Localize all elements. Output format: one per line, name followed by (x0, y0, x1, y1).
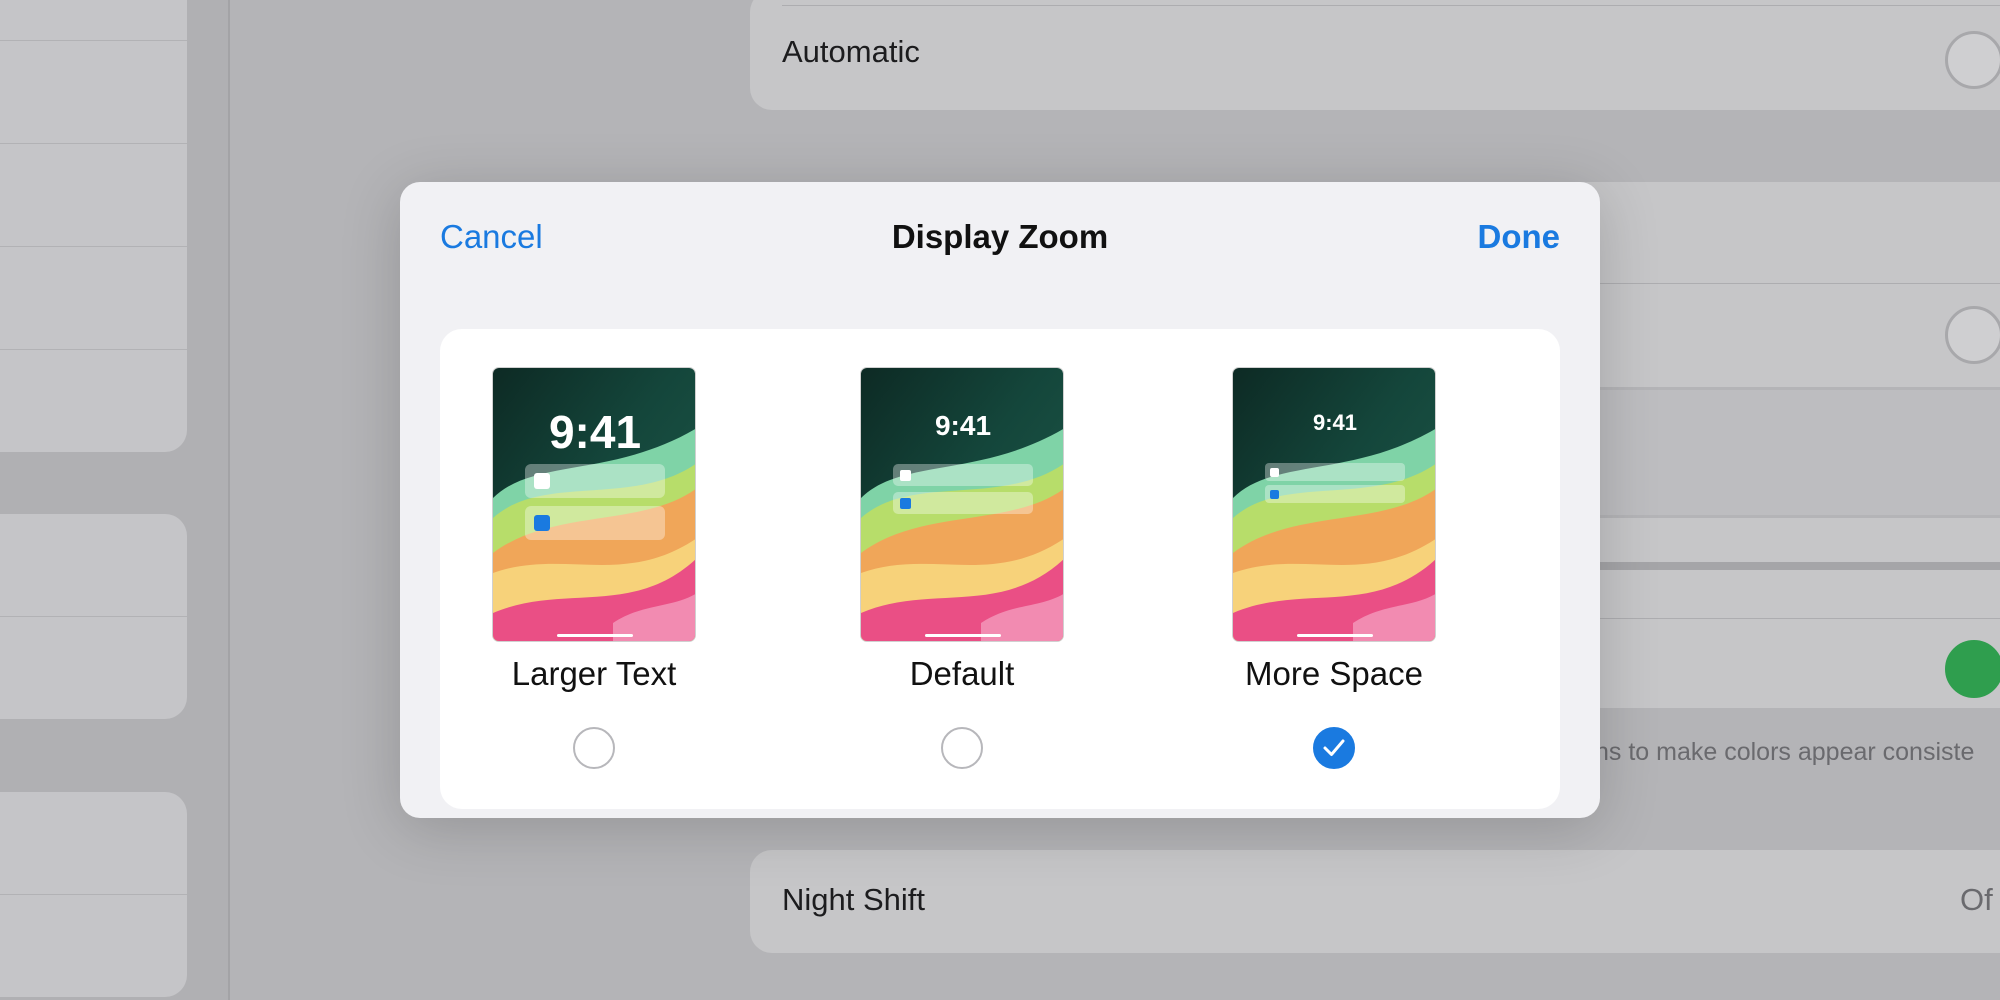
sidebar-item[interactable] (0, 350, 187, 452)
default-radio[interactable] (941, 727, 983, 769)
sidebar-item[interactable] (0, 792, 187, 895)
sidebar-group-3 (0, 792, 187, 997)
sidebar-item[interactable] (0, 617, 187, 719)
night-shift-label: Night Shift (782, 882, 926, 917)
background-toggle[interactable] (1945, 306, 2000, 364)
option-label: More Space (1245, 655, 1423, 692)
sidebar-item[interactable] (0, 144, 187, 247)
done-button[interactable]: Done (1478, 218, 1561, 256)
sidebar-item[interactable] (0, 514, 187, 617)
night-shift-value: Of (1960, 882, 1993, 917)
preview-clock: 9:41 (935, 410, 991, 441)
preview-clock: 9:41 (1313, 410, 1357, 435)
sidebar-group-2 (0, 514, 187, 719)
default-preview-image[interactable]: 9:41 (860, 367, 1064, 642)
automatic-toggle[interactable] (1945, 31, 2000, 89)
true-tone-toggle[interactable] (1945, 640, 2000, 698)
sidebar-item[interactable] (0, 895, 187, 997)
display-zoom-dialog: Cancel Display Zoom Done 9:41 Larger Tex… (400, 182, 1600, 818)
dialog-title: Display Zoom (891, 218, 1109, 255)
zoom-option-default[interactable]: 9:41 Default (810, 329, 1110, 809)
more-space-radio[interactable] (1313, 727, 1355, 769)
option-label: Default (909, 655, 1015, 692)
larger-text-radio[interactable] (573, 727, 615, 769)
larger-text-preview-image[interactable]: 9:41 (492, 367, 696, 642)
sidebar-item[interactable] (0, 247, 187, 350)
sidebar-item[interactable] (0, 41, 187, 144)
zoom-option-more-space[interactable]: 9:41 More Space (1182, 329, 1482, 809)
night-shift-card[interactable]: Night Shift Of (750, 850, 2000, 953)
sidebar-item[interactable] (0, 0, 187, 41)
appearance-card: Automatic (750, 0, 2000, 110)
true-tone-description: ns to make colors appear consiste (1595, 738, 1975, 766)
row-divider (782, 5, 2000, 6)
more-space-preview-image[interactable]: 9:41 (1232, 367, 1436, 642)
automatic-label: Automatic (782, 34, 920, 69)
preview-clock: 9:41 (549, 406, 641, 458)
checkmark-icon (1323, 739, 1345, 756)
zoom-options-card: 9:41 Larger Text 9:41 Default 9:41 More … (440, 329, 1560, 809)
zoom-option-larger-text[interactable]: 9:41 Larger Text (442, 329, 742, 809)
option-label: Larger Text (511, 655, 677, 692)
sidebar-group-1 (0, 0, 187, 452)
settings-sidebar (0, 0, 230, 1000)
